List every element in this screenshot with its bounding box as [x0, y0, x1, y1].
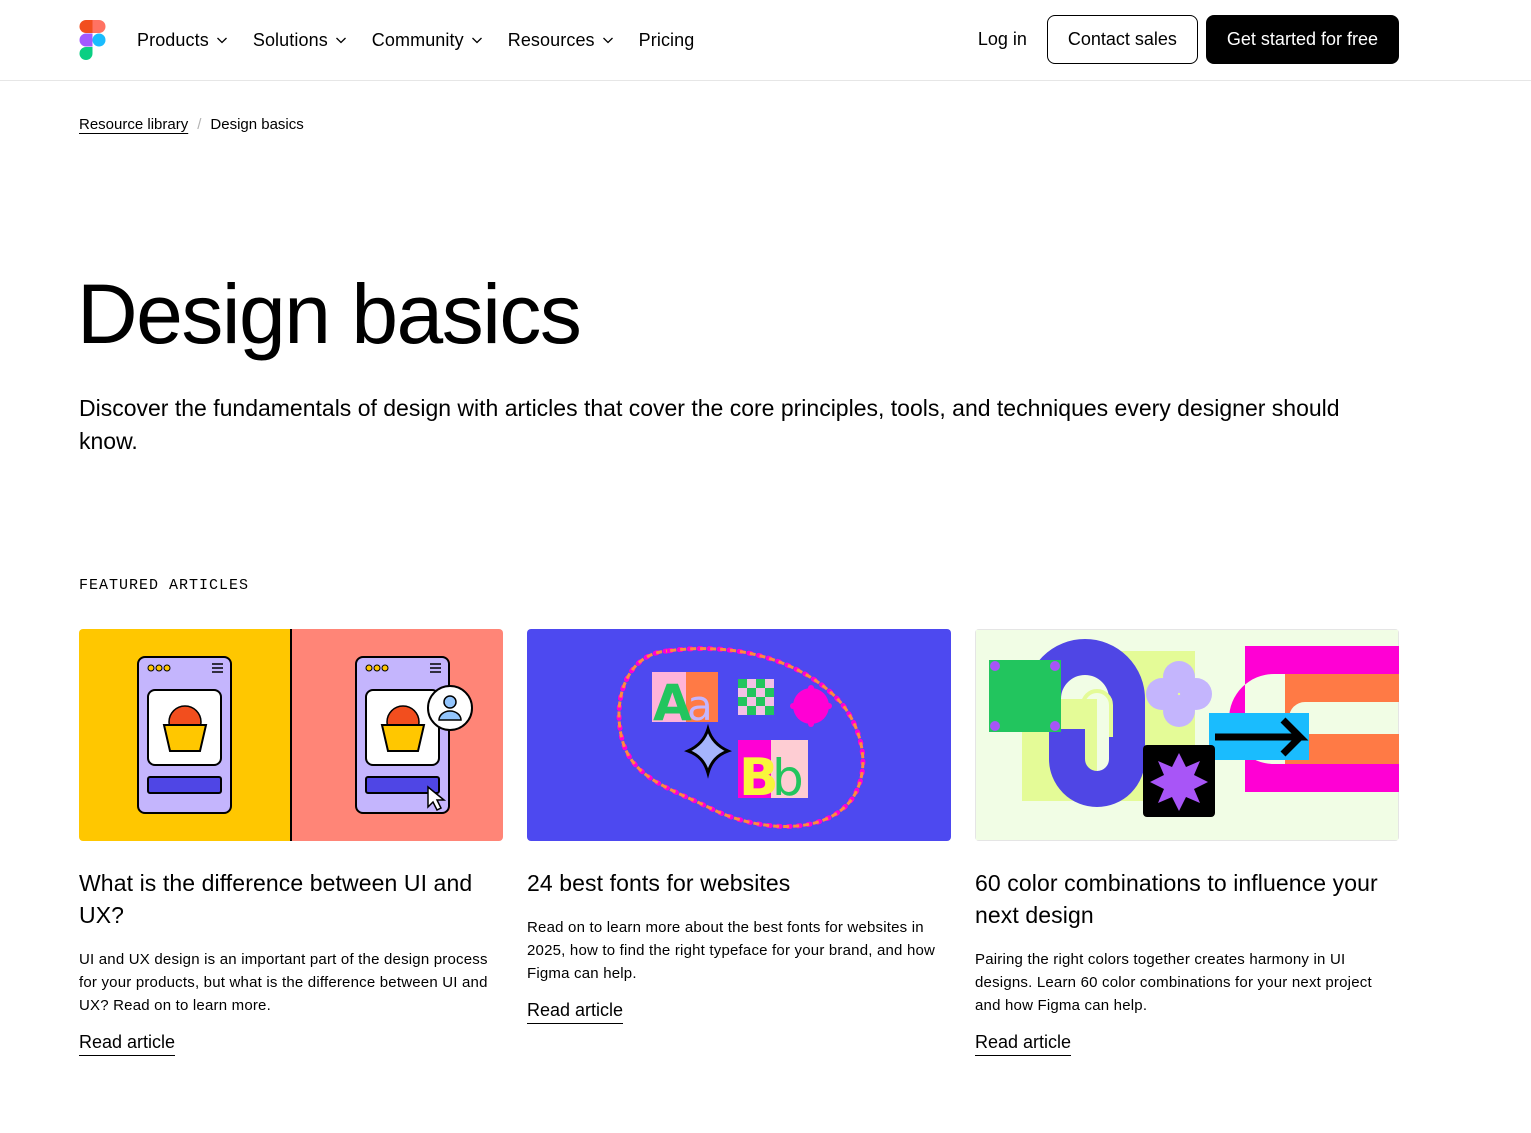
article-excerpt: Read on to learn more about the best fon…	[527, 919, 936, 982]
bb-lower-glyph: b	[772, 749, 804, 807]
article-card-colors[interactable]: 60 color combinations to influence your …	[975, 629, 1399, 1056]
nav-products-label: Products	[137, 29, 209, 50]
contact-sales-button[interactable]: Contact sales	[1046, 15, 1198, 64]
read-article-link[interactable]: Read article	[975, 1032, 1072, 1056]
nav-resources-label: Resources	[507, 29, 595, 50]
nav-solutions[interactable]: Solutions	[253, 30, 347, 51]
chevron-down-icon	[335, 37, 346, 44]
ui-ux-illustration[interactable]	[79, 629, 503, 841]
article-card-ui-ux[interactable]: What is the difference between UI and UX…	[79, 629, 503, 1056]
figma-logo-icon[interactable]	[79, 20, 106, 60]
read-article-link[interactable]: Read article	[527, 1000, 624, 1024]
checker-pattern	[738, 679, 774, 715]
aa-lower-glyph: a	[687, 681, 713, 730]
article-title[interactable]: What is the difference between UI and UX…	[79, 867, 503, 931]
article-excerpt: Pairing the right colors together create…	[975, 951, 1372, 1014]
nav-community[interactable]: Community	[372, 30, 483, 51]
article-title[interactable]: 24 best fonts for websites	[527, 867, 951, 899]
nav-pricing[interactable]: Pricing	[639, 30, 695, 51]
nav-solutions-label: Solutions	[252, 29, 328, 50]
article-title[interactable]: 60 color combinations to influence your …	[975, 867, 1399, 931]
page-description: Discover the fundamentals of design with…	[79, 395, 1340, 454]
nav-products[interactable]: Products	[137, 30, 228, 51]
breadcrumb-separator: /	[197, 116, 202, 133]
color-combinations-illustration[interactable]	[975, 629, 1399, 841]
nav-community-label: Community	[371, 29, 464, 50]
primary-nav: Products Solutions Community Resources P…	[137, 0, 719, 80]
page-title: Design basics	[77, 267, 582, 361]
chevron-down-icon	[216, 37, 227, 44]
breadcrumb: Resource library / Design basics	[79, 116, 304, 133]
nav-resources[interactable]: Resources	[508, 30, 614, 51]
fonts-illustration[interactable]: A a B b	[527, 629, 951, 841]
chevron-down-icon	[602, 37, 613, 44]
login-link[interactable]: Log in	[978, 29, 1027, 50]
breadcrumb-resource-library[interactable]: Resource library	[79, 116, 188, 133]
read-article-link[interactable]: Read article	[79, 1032, 176, 1056]
article-card-fonts[interactable]: A a B b 24 best fonts for websites Read …	[527, 629, 951, 1024]
featured-articles-label: FEATURED ARTICLES	[79, 577, 250, 594]
get-started-button[interactable]: Get started for free	[1205, 15, 1399, 64]
top-navigation: Products Solutions Community Resources P…	[0, 0, 1531, 81]
nav-pricing-label: Pricing	[638, 29, 695, 50]
breadcrumb-current: Design basics	[210, 116, 304, 133]
nav-actions: Log in Contact sales Get started for fre…	[978, 15, 1399, 64]
article-excerpt: UI and UX design is an important part of…	[79, 951, 488, 1014]
chevron-down-icon	[471, 37, 482, 44]
